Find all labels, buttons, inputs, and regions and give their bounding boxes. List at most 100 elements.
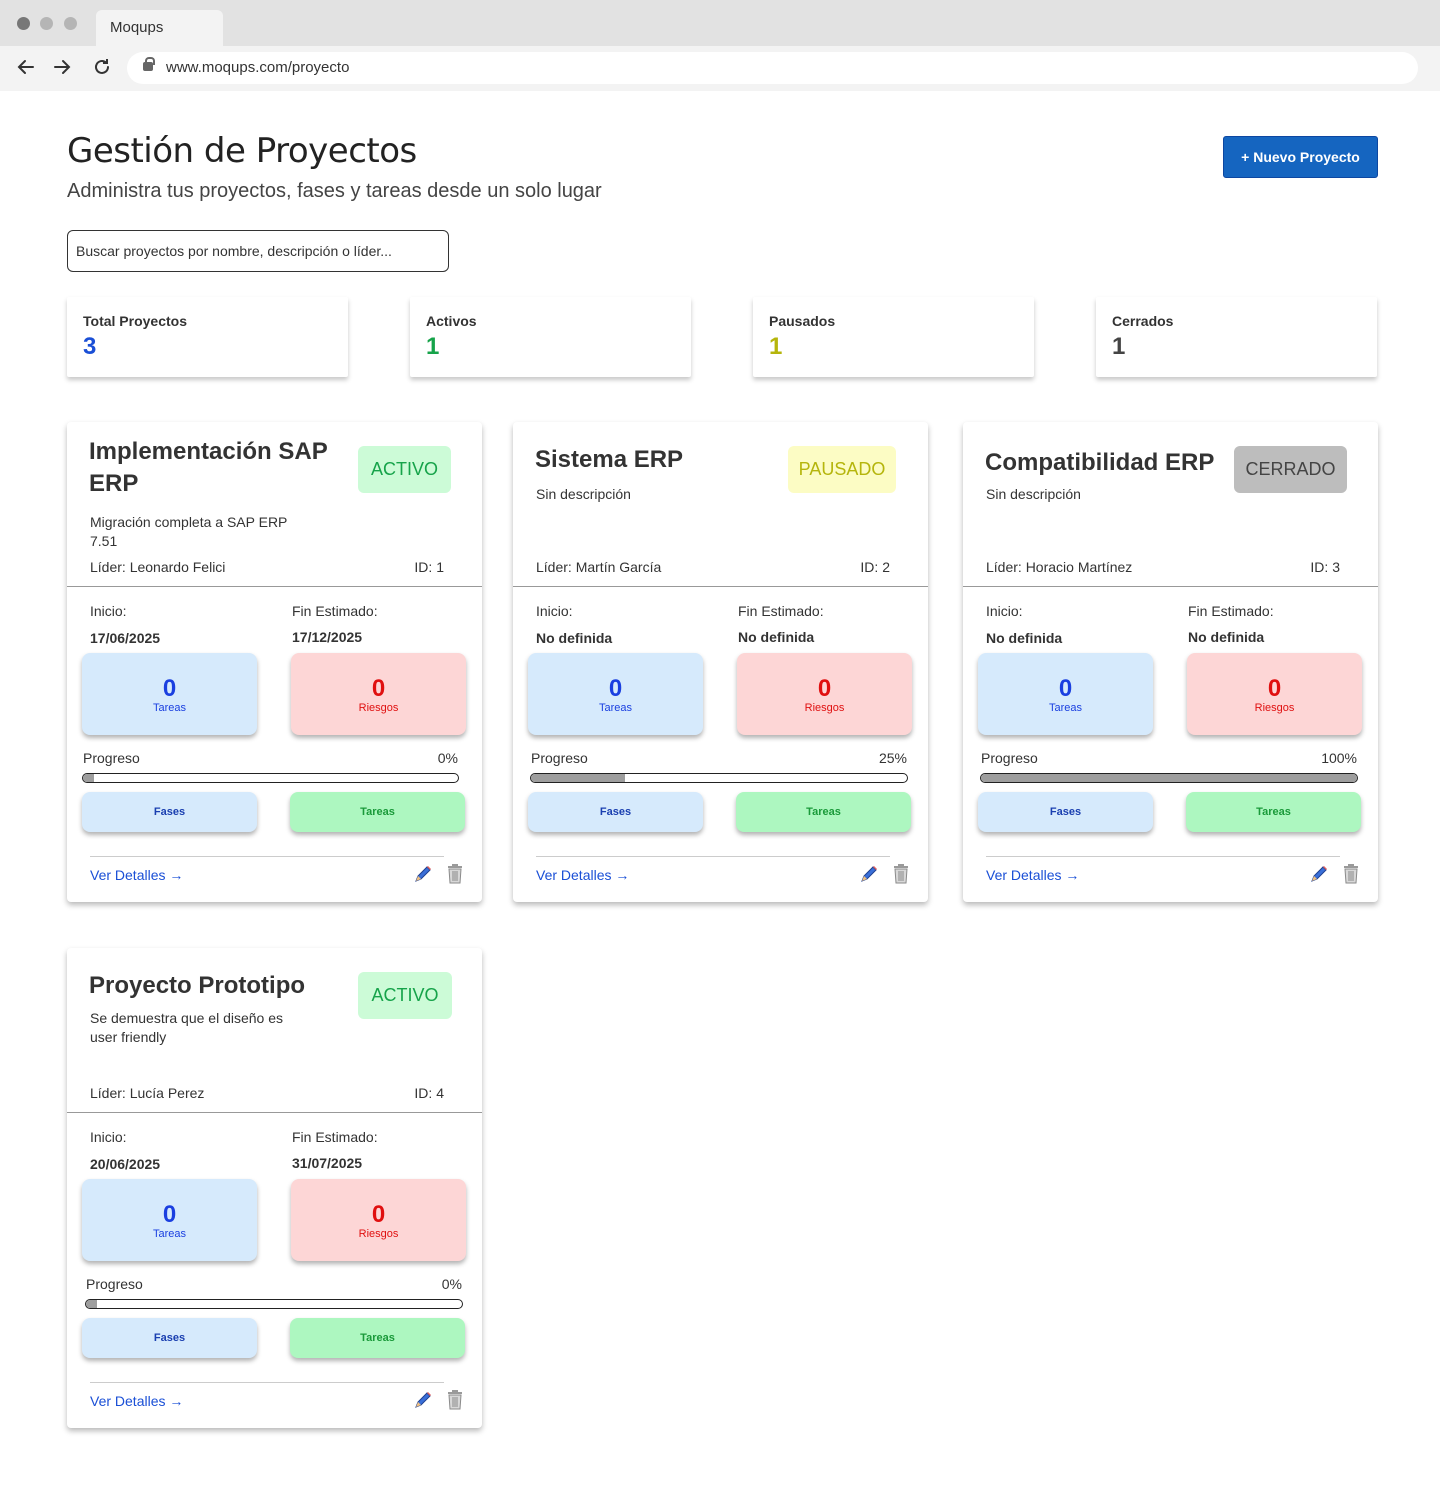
project-description: Sin descripción: [986, 486, 1081, 502]
progress-percent: 0%: [437, 750, 458, 766]
stat-card-total: Total Proyectos 3: [67, 297, 348, 377]
stat-card-closed: Cerrados 1: [1096, 297, 1377, 377]
phases-button[interactable]: Fases: [528, 792, 703, 832]
reload-icon[interactable]: [90, 55, 114, 79]
end-date: 17/12/2025: [292, 629, 363, 645]
risks-caption: Riesgos: [1254, 702, 1295, 714]
page-subtitle: Administra tus proyectos, fases y tareas…: [67, 180, 602, 202]
end-label: Fin Estimado:: [292, 1129, 378, 1145]
stat-label: Total Proyectos: [83, 313, 187, 329]
view-details-link[interactable]: Ver Detalles →: [986, 867, 1079, 883]
risks-count: 0: [817, 675, 832, 702]
project-title: Sistema ERP: [535, 446, 684, 473]
tasks-count-box: 0 Tareas: [82, 653, 257, 735]
progress-bar: [980, 773, 1358, 783]
window-minimize-dot[interactable]: [40, 17, 53, 30]
start-date: No definida: [986, 630, 1063, 646]
project-leader: Líder: Martín García: [536, 559, 662, 575]
progress-fill: [86, 1300, 98, 1308]
stat-value: 3: [83, 333, 97, 360]
browser-tab[interactable]: Moqups: [96, 10, 223, 46]
progress-label: Progreso: [981, 750, 1038, 766]
phases-button[interactable]: Fases: [82, 792, 257, 832]
progress-label: Progreso: [86, 1276, 143, 1292]
project-leader: Líder: Lucía Perez: [90, 1085, 205, 1101]
project-leader: Líder: Leonardo Felici: [90, 559, 226, 575]
window-close-dot[interactable]: [17, 17, 30, 30]
phases-button[interactable]: Fases: [978, 792, 1153, 832]
project-description: Migración completa a SAP ERP 7.51: [90, 514, 288, 549]
back-arrow-icon[interactable]: [14, 55, 38, 79]
browser-chrome: Moqups www.moqups.com/proyecto: [0, 0, 1440, 91]
project-title: Implementación SAP ERP: [89, 438, 328, 497]
status-badge: CERRADO: [1234, 446, 1347, 493]
card-divider: [67, 586, 482, 587]
start-date: 20/06/2025: [90, 1156, 161, 1172]
pencil-icon[interactable]: [412, 863, 434, 885]
window-maximize-dot[interactable]: [64, 17, 77, 30]
trash-icon[interactable]: [445, 863, 465, 885]
start-label: Inicio:: [90, 1129, 127, 1145]
url-text: www.moqups.com/proyecto: [166, 59, 350, 76]
view-details-link[interactable]: Ver Detalles →: [536, 867, 629, 883]
phases-button[interactable]: Fases: [82, 1318, 257, 1358]
project-id: ID: 3: [1310, 559, 1340, 575]
stat-label: Pausados: [769, 313, 836, 329]
progress-label: Progreso: [83, 750, 140, 766]
project-description: Sin descripción: [536, 486, 631, 502]
tasks-caption: Tareas: [152, 1228, 187, 1240]
project-id: ID: 1: [414, 559, 444, 575]
start-date: 17/06/2025: [90, 630, 161, 646]
tasks-count: 0: [162, 675, 177, 702]
progress-bar: [85, 1299, 463, 1309]
risks-count-box: 0 Riesgos: [291, 1179, 466, 1261]
project-description: Se demuestra que el diseño es user frien…: [90, 1010, 284, 1045]
stat-label: Cerrados: [1112, 313, 1174, 329]
end-date: No definida: [1188, 629, 1265, 645]
project-card: Implementación SAP ERP Migración completa…: [67, 422, 482, 902]
search-input[interactable]: [67, 230, 449, 272]
tasks-count: 0: [608, 675, 623, 702]
pencil-icon[interactable]: [1308, 863, 1330, 885]
pencil-icon[interactable]: [412, 1389, 434, 1411]
project-id: ID: 2: [860, 559, 890, 575]
risks-caption: Riesgos: [358, 1228, 399, 1240]
risks-caption: Riesgos: [358, 702, 399, 714]
footer-divider: [536, 856, 890, 857]
tasks-button[interactable]: Tareas: [290, 1318, 465, 1358]
risks-caption: Riesgos: [804, 702, 845, 714]
trash-icon[interactable]: [1341, 863, 1361, 885]
start-label: Inicio:: [986, 603, 1023, 619]
status-badge: ACTIVO: [358, 972, 452, 1019]
tasks-caption: Tareas: [152, 702, 187, 714]
tasks-count-box: 0 Tareas: [528, 653, 703, 735]
address-bar[interactable]: www.moqups.com/proyecto: [127, 52, 1418, 84]
page-title: Gestión de Proyectos: [67, 131, 417, 171]
end-label: Fin Estimado:: [738, 603, 824, 619]
project-card: Compatibilidad ERP Sin descripción CERRADO…: [963, 422, 1378, 902]
tasks-count-box: 0 Tareas: [978, 653, 1153, 735]
progress-percent: 25%: [878, 750, 907, 766]
view-details-link[interactable]: Ver Detalles →: [90, 1393, 183, 1409]
trash-icon[interactable]: [891, 863, 911, 885]
start-label: Inicio:: [536, 603, 573, 619]
nav-bar: www.moqups.com/proyecto: [0, 46, 1440, 91]
risks-count: 0: [371, 675, 386, 702]
tasks-button[interactable]: Tareas: [736, 792, 911, 832]
tasks-button[interactable]: Tareas: [1186, 792, 1361, 832]
start-label: Inicio:: [90, 603, 127, 619]
new-project-button[interactable]: + Nuevo Proyecto: [1223, 136, 1378, 178]
footer-divider: [986, 856, 1340, 857]
tasks-button[interactable]: Tareas: [290, 792, 465, 832]
pencil-icon[interactable]: [858, 863, 880, 885]
stat-card-paused: Pausados 1: [753, 297, 1034, 377]
risks-count-box: 0 Riesgos: [737, 653, 912, 735]
risks-count: 0: [371, 1201, 386, 1228]
end-label: Fin Estimado:: [1188, 603, 1274, 619]
project-card: Proyecto Prototipo Se demuestra que el di…: [67, 948, 482, 1428]
progress-fill: [531, 774, 625, 782]
view-details-link[interactable]: Ver Detalles →: [90, 867, 183, 883]
stat-value: 1: [426, 333, 440, 360]
forward-arrow-icon[interactable]: [50, 55, 74, 79]
trash-icon[interactable]: [445, 1389, 465, 1411]
